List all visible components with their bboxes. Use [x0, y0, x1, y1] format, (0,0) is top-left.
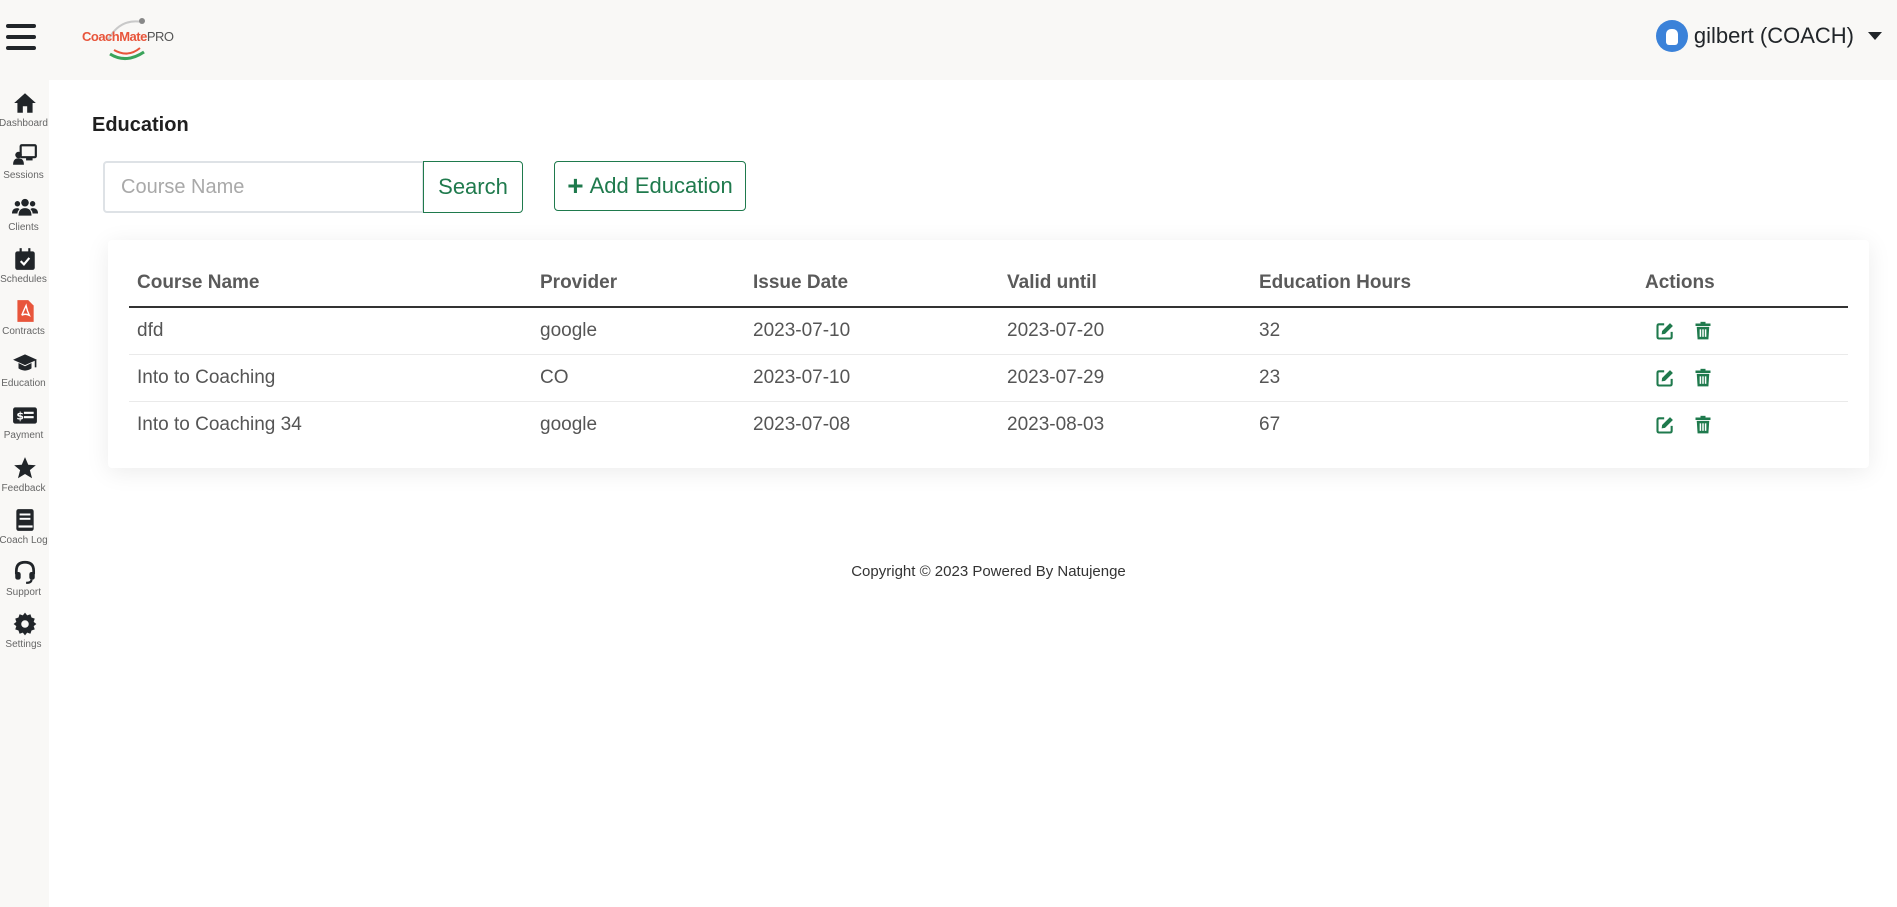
money-check-icon: $: [12, 407, 37, 424]
sidebar-item-dashboard[interactable]: Dashboard: [0, 90, 49, 129]
course-name-cell: Into to Coaching 34: [137, 413, 302, 435]
edit-icon[interactable]: [1655, 321, 1675, 341]
issue-date-cell: 2023-07-08: [753, 413, 851, 435]
education-hours-cell: 67: [1259, 413, 1281, 435]
sidebar-item-label: Schedules: [0, 274, 47, 285]
sidebar-item-label: Education: [1, 378, 46, 389]
valid-until-cell: 2023-07-20: [999, 307, 1251, 355]
table-row: dfd google 2023-07-10 2023-07-20 32: [129, 307, 1848, 355]
table-row: Into to Coaching CO 2023-07-10 2023-07-2…: [129, 354, 1848, 402]
column-header: Education Hours: [1251, 260, 1637, 308]
sidebar-item-payment[interactable]: $ Payment: [0, 402, 49, 441]
sidebar-item-label: Support: [5, 587, 42, 598]
trash-icon[interactable]: [1693, 368, 1713, 388]
course-name-cell: Into to Coaching: [129, 354, 532, 402]
user-menu[interactable]: gilbert (COACH): [1655, 20, 1882, 52]
table-row: Into to Coaching 34 google 2023-07-08 20…: [129, 401, 1848, 448]
column-header: Valid until: [999, 260, 1251, 308]
add-education-label: Add Education: [589, 173, 733, 198]
edit-icon[interactable]: [1655, 415, 1675, 435]
actions-cell: [1637, 401, 1848, 448]
sidebar-item-coach-log[interactable]: Coach Log: [0, 507, 49, 546]
sidebar-item-feedback[interactable]: Feedback: [0, 455, 49, 494]
sidebar-item-clients[interactable]: Clients: [0, 194, 49, 233]
actions-cell: [1637, 307, 1848, 355]
trash-icon[interactable]: [1693, 321, 1713, 341]
search-button[interactable]: Search: [423, 161, 523, 213]
education-table-card: Course Name Provider Issue Date Valid un…: [108, 240, 1869, 468]
sidebar-item-label: Dashboard: [0, 118, 48, 129]
education-table: Course Name Provider Issue Date Valid un…: [129, 260, 1848, 448]
logo-suffix: PRO: [146, 29, 174, 44]
sidebar-item-label: Feedback: [1, 483, 46, 494]
column-header: Actions: [1637, 260, 1848, 308]
add-education-button[interactable]: + Add Education: [554, 161, 746, 211]
graduation-cap-icon: [12, 354, 37, 371]
footer-copyright: Copyright © 2023 Powered By Natujenge: [851, 563, 1126, 580]
chalkboard-user-icon: [12, 144, 37, 165]
book-icon: [15, 509, 34, 531]
course-name-cell: dfd: [129, 307, 532, 355]
sidebar-item-contracts[interactable]: Contracts: [0, 298, 49, 337]
sidebar-item-sessions[interactable]: Sessions: [0, 142, 49, 181]
svg-text:$: $: [16, 409, 24, 422]
top-bar: CoachMatePRO gilbert (COACH): [0, 0, 1897, 80]
page-title: Education: [92, 114, 189, 136]
sidebar-item-label: Clients: [8, 222, 39, 233]
valid-until-cell: 2023-08-03: [1007, 413, 1105, 435]
actions-cell: [1637, 354, 1848, 402]
trash-icon[interactable]: [1693, 415, 1713, 435]
caret-down-icon[interactable]: [1868, 32, 1882, 40]
provider-cell: google: [532, 307, 745, 355]
users-icon: [11, 198, 38, 216]
provider-cell: CO: [532, 354, 745, 402]
column-header: Course Name: [129, 260, 532, 308]
sidebar-item-label: Sessions: [3, 170, 44, 181]
logo-text: CoachMatePRO: [82, 29, 174, 44]
table-header-row: Course Name Provider Issue Date Valid un…: [129, 260, 1848, 308]
gear-icon: [13, 612, 36, 636]
user-name[interactable]: gilbert (COACH): [1694, 23, 1854, 49]
plus-icon: +: [567, 170, 584, 201]
home-icon: [13, 93, 36, 113]
file-pdf-icon: [16, 300, 34, 322]
course-name-search-input[interactable]: [103, 161, 424, 213]
edit-icon[interactable]: [1655, 368, 1675, 388]
provider-cell: google: [540, 413, 598, 435]
column-header: Provider: [532, 260, 745, 308]
issue-date-cell: 2023-07-10: [745, 354, 999, 402]
column-header: Issue Date: [745, 260, 999, 308]
calendar-check-icon: [14, 248, 35, 270]
sidebar-item-schedules[interactable]: Schedules: [0, 246, 49, 285]
education-hours-cell: 32: [1251, 307, 1637, 355]
star-icon: [13, 457, 36, 479]
valid-until-cell: 2023-07-29: [999, 354, 1251, 402]
menu-toggle-icon[interactable]: [6, 24, 36, 50]
sidebar-item-label: Coach Log: [0, 535, 48, 546]
avatar[interactable]: [1655, 20, 1688, 52]
logo-brand: CoachMate: [82, 29, 147, 44]
sidebar-item-label: Settings: [5, 639, 42, 650]
sidebar-item-label: Payment: [3, 430, 44, 441]
sidebar-item-settings[interactable]: Settings: [0, 611, 49, 650]
education-hours-cell: 23: [1251, 354, 1637, 402]
sidebar-item-label: Contracts: [2, 326, 45, 337]
sidebar: Dashboard Sessions Clients Schedules Con…: [0, 80, 49, 907]
sidebar-item-education[interactable]: Education: [0, 350, 49, 389]
issue-date-cell: 2023-07-10: [745, 307, 999, 355]
